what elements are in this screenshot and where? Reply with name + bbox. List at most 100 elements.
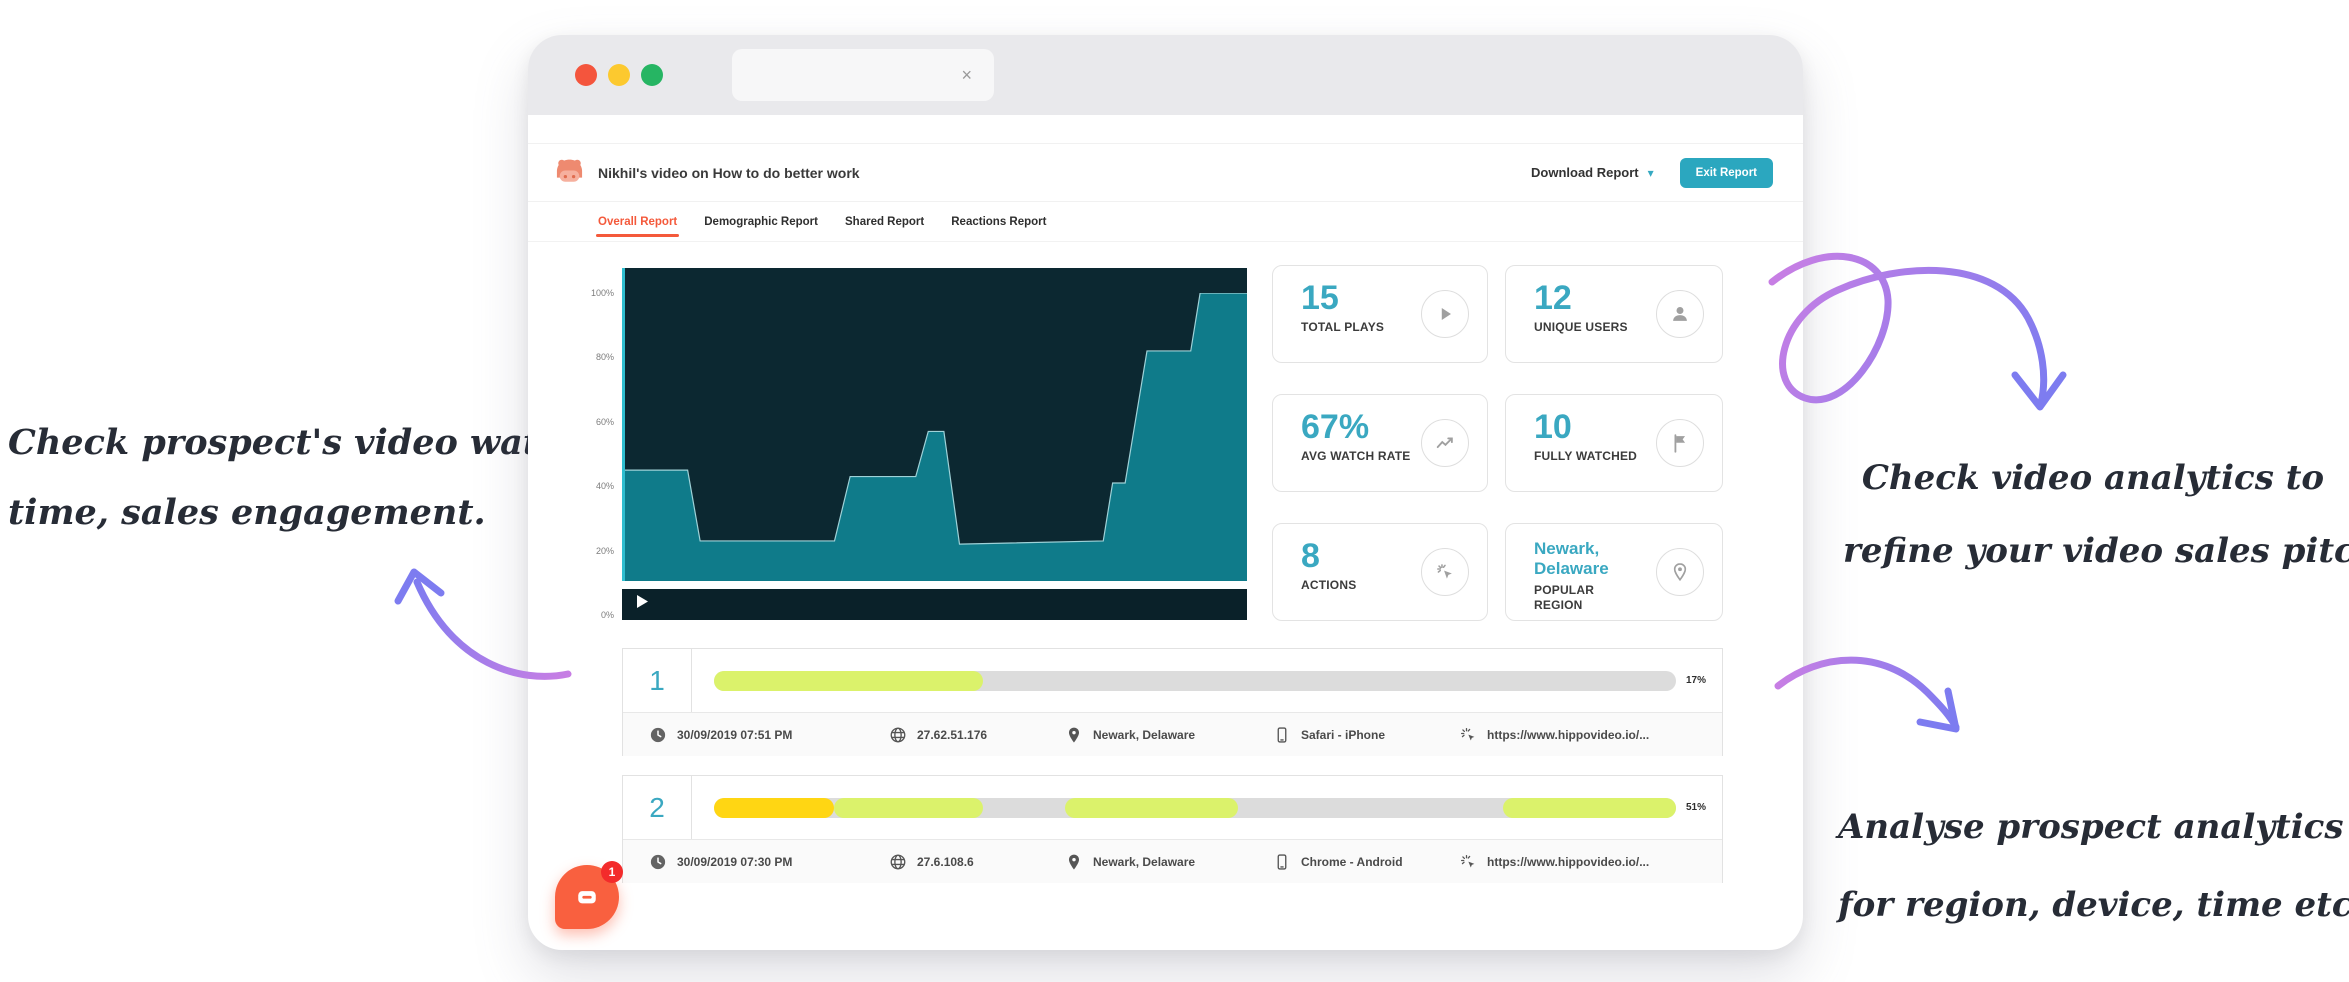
pin-icon xyxy=(1656,548,1704,596)
watch-percent: 17% xyxy=(1686,675,1722,686)
annotation-right-bottom: Analyse prospect analytics for region, d… xyxy=(1838,788,2338,944)
curved-arrow-right-bottom xyxy=(1778,660,1956,727)
detail-text: Safari - iPhone xyxy=(1301,728,1385,742)
traffic-lights xyxy=(575,64,663,86)
stat-label: POPULAR REGION xyxy=(1534,583,1646,613)
playhead-line xyxy=(622,268,625,620)
viewer-details: 30/09/2019 07:51 PM 27.62.51.176 Newark,… xyxy=(623,713,1722,756)
detail-text: Chrome - Android xyxy=(1301,855,1403,869)
watch-progress-bar[interactable] xyxy=(714,798,1676,818)
detail-ip: 27.62.51.176 xyxy=(889,726,987,744)
stat-label: ACTIONS xyxy=(1301,578,1413,593)
detail-source-url: https://www.hippovideo.io/... xyxy=(1459,853,1649,871)
watch-rate-area-chart xyxy=(622,293,1247,615)
maximize-traffic-light-icon[interactable] xyxy=(641,64,663,86)
browser-window: × Nikhil's video on How to do better wor… xyxy=(528,35,1803,950)
axis-tick: 100% xyxy=(591,288,614,298)
stat-card-popular-region: Newark, Delaware POPULAR REGION xyxy=(1505,523,1723,621)
clock-icon xyxy=(649,726,667,744)
report-header: Nikhil's video on How to do better work … xyxy=(528,143,1803,202)
click-icon xyxy=(1459,853,1477,871)
pin-icon xyxy=(1065,853,1083,871)
annotation-line: refine your video sales pitch. xyxy=(1843,515,2343,588)
detail-ip: 27.6.108.6 xyxy=(889,853,974,871)
clock-icon xyxy=(649,853,667,871)
landing-hero: Check prospect's video watch time, sales… xyxy=(0,0,2349,982)
stat-card-actions: 8 ACTIONS xyxy=(1272,523,1488,621)
chevron-down-icon[interactable]: ▾ xyxy=(1648,166,1654,180)
report-tabs: Overall Report Demographic Report Shared… xyxy=(528,202,1803,242)
watched-segment xyxy=(1065,798,1238,818)
detail-location: Newark, Delaware xyxy=(1065,853,1195,871)
tab-reactions-report[interactable]: Reactions Report xyxy=(951,202,1046,241)
chat-bubble-icon xyxy=(573,883,601,911)
watched-segment xyxy=(714,671,983,691)
play-icon xyxy=(1421,290,1469,338)
detail-text: 27.62.51.176 xyxy=(917,728,987,742)
tab-shared-report[interactable]: Shared Report xyxy=(845,202,924,241)
detail-link[interactable]: https://www.hippovideo.io/... xyxy=(1487,855,1649,869)
stat-value: Newark, Delaware xyxy=(1534,539,1654,579)
axis-tick: 20% xyxy=(596,546,614,556)
chat-widget-button[interactable]: 1 xyxy=(555,865,619,929)
watched-segment xyxy=(1503,798,1676,818)
detail-device: Safari - iPhone xyxy=(1273,726,1385,744)
annotation-left: Check prospect's video watch time, sales… xyxy=(8,408,470,548)
download-report-button[interactable]: Download Report xyxy=(1531,165,1639,180)
stat-label: TOTAL PLAYS xyxy=(1301,320,1413,335)
minimize-traffic-light-icon[interactable] xyxy=(608,64,630,86)
stat-label: UNIQUE USERS xyxy=(1534,320,1646,335)
watch-progress-bar[interactable] xyxy=(714,671,1676,691)
hippo-logo xyxy=(553,156,586,189)
globe-icon xyxy=(889,853,907,871)
axis-tick: 80% xyxy=(596,352,614,362)
browser-tab[interactable]: × xyxy=(732,49,994,101)
click-icon xyxy=(1421,548,1469,596)
detail-location: Newark, Delaware xyxy=(1065,726,1195,744)
detail-text: 27.6.108.6 xyxy=(917,855,974,869)
annotation-line: Check video analytics to xyxy=(1843,442,2343,515)
tab-overall-report[interactable]: Overall Report xyxy=(598,202,677,241)
detail-link[interactable]: https://www.hippovideo.io/... xyxy=(1487,728,1649,742)
detail-time: 30/09/2019 07:30 PM xyxy=(649,853,792,871)
detail-text: Newark, Delaware xyxy=(1093,728,1195,742)
axis-tick: 0% xyxy=(601,610,614,620)
detail-text: 30/09/2019 07:51 PM xyxy=(677,728,792,742)
annotation-line: for region, device, time etc. xyxy=(1838,866,2338,944)
detail-text: Newark, Delaware xyxy=(1093,855,1195,869)
notification-badge: 1 xyxy=(601,861,623,883)
click-icon xyxy=(1459,726,1477,744)
user-icon xyxy=(1656,290,1704,338)
watch-percent: 51% xyxy=(1686,802,1722,813)
tab-close-icon[interactable]: × xyxy=(961,66,972,84)
viewer-index: 2 xyxy=(623,776,692,839)
trend-icon xyxy=(1421,419,1469,467)
detail-time: 30/09/2019 07:51 PM xyxy=(649,726,792,744)
stat-cards: 15 TOTAL PLAYS 12 UNIQUE USERS 67% AVG W… xyxy=(1272,265,1723,621)
phone-icon xyxy=(1273,726,1291,744)
tab-demographic-report[interactable]: Demographic Report xyxy=(704,202,818,241)
close-traffic-light-icon[interactable] xyxy=(575,64,597,86)
phone-icon xyxy=(1273,853,1291,871)
exit-report-button[interactable]: Exit Report xyxy=(1680,158,1773,188)
pin-icon xyxy=(1065,726,1083,744)
video-report-title: Nikhil's video on How to do better work xyxy=(598,165,860,181)
viewer-details: 30/09/2019 07:30 PM 27.6.108.6 Newark, D… xyxy=(623,840,1722,883)
detail-text: 30/09/2019 07:30 PM xyxy=(677,855,792,869)
annotation-line: Analyse prospect analytics xyxy=(1838,788,2338,866)
video-scrubber[interactable] xyxy=(622,581,1247,589)
stat-card-fully-watched: 10 FULLY WATCHED xyxy=(1505,394,1723,492)
play-button[interactable] xyxy=(636,594,649,614)
viewer-row[interactable]: 2 51% 30/09/2019 07:30 PM 27.6.108.6 New… xyxy=(622,775,1723,883)
annotation-right-top: Check video analytics to refine your vid… xyxy=(1843,442,2343,588)
stat-label: FULLY WATCHED xyxy=(1534,449,1646,464)
arrowhead-right-top xyxy=(2015,375,2063,407)
arrowhead-left xyxy=(398,572,441,601)
annotation-line: time, sales engagement. xyxy=(8,478,470,548)
flag-icon xyxy=(1656,419,1704,467)
watch-rate-axis: 100% 80% 60% 40% 20% 0% xyxy=(556,268,614,620)
viewer-row[interactable]: 1 17% 30/09/2019 07:51 PM 27.62.51.176 N… xyxy=(622,648,1723,756)
video-player[interactable] xyxy=(622,268,1247,620)
viewer-index: 1 xyxy=(623,649,692,712)
loop-arrow-right-top xyxy=(1772,256,2044,403)
